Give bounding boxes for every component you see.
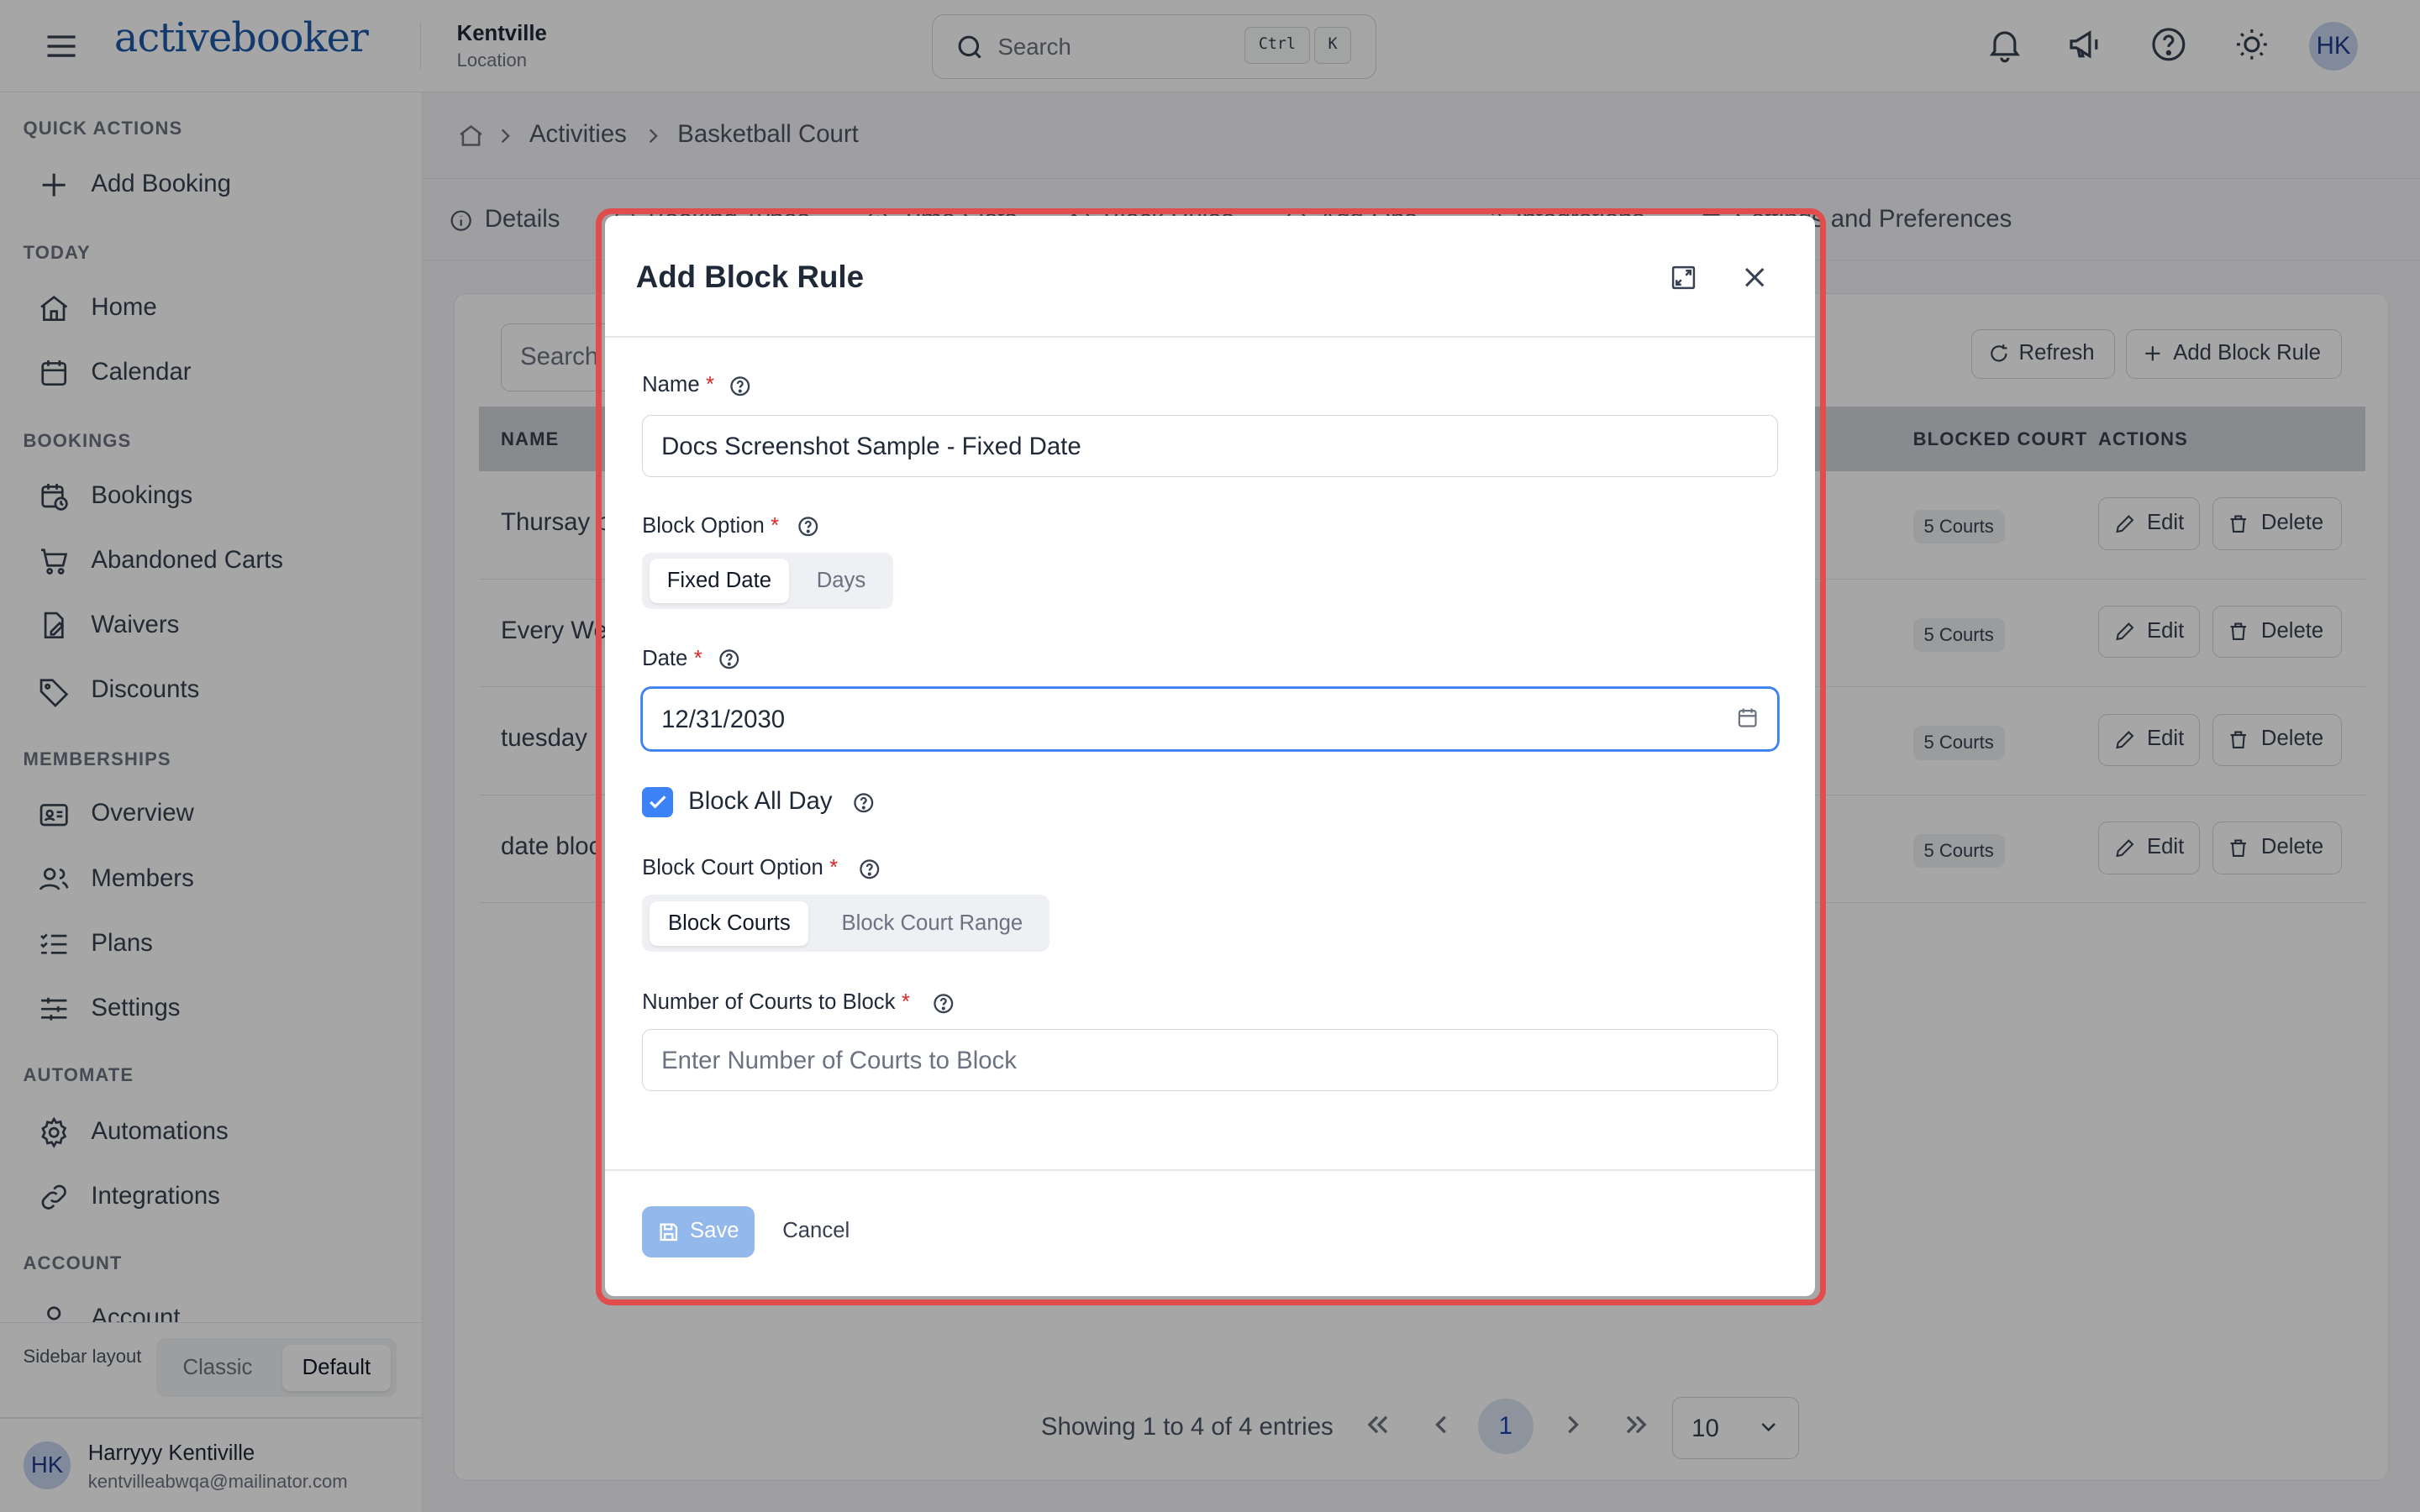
required-mark: * <box>901 990 910 1015</box>
help-icon[interactable] <box>932 992 955 1016</box>
name-input[interactable]: Docs Screenshot Sample - Fixed Date <box>642 415 1778 477</box>
block-option-toggle: Fixed Date Days <box>642 552 894 610</box>
required-mark: * <box>693 646 702 670</box>
save-button[interactable]: Save <box>642 1206 755 1257</box>
help-icon[interactable] <box>797 515 820 538</box>
block-all-day-checkbox[interactable] <box>642 786 673 818</box>
date-label-text: Date <box>642 646 688 670</box>
block-option-label-text: Block Option <box>642 513 765 538</box>
add-block-rule-dialog: Add Block Rule Name * Docs Screenshot Sam… <box>604 216 1815 1296</box>
dialog-title: Add Block Rule <box>635 259 865 294</box>
dialog-divider <box>604 336 1815 339</box>
option-days[interactable]: Days <box>795 559 887 603</box>
calendar-icon[interactable] <box>1735 706 1760 730</box>
help-icon[interactable] <box>729 375 752 398</box>
save-label: Save <box>690 1218 739 1242</box>
checkmark-icon <box>649 795 666 809</box>
required-mark: * <box>829 856 839 880</box>
court-option-label-text: Block Court Option <box>642 856 823 880</box>
block-option-label: Block Option * <box>642 514 779 538</box>
cancel-button[interactable]: Cancel <box>782 1219 850 1243</box>
close-icon[interactable] <box>1738 260 1771 294</box>
name-label-text: Name <box>642 373 700 397</box>
block-all-day-label[interactable]: Block All Day <box>688 787 832 816</box>
required-mark: * <box>771 513 780 538</box>
name-input-value: Docs Screenshot Sample - Fixed Date <box>661 433 1081 461</box>
option-fixed-date[interactable]: Fixed Date <box>650 558 789 604</box>
help-icon[interactable] <box>858 858 881 881</box>
date-field-label: Date * <box>642 647 702 671</box>
num-courts-label-text: Number of Courts to Block <box>642 990 896 1015</box>
num-courts-input[interactable]: Enter Number of Courts to Block <box>642 1029 1778 1091</box>
help-icon[interactable] <box>852 791 876 815</box>
option-block-courts[interactable]: Block Courts <box>650 900 809 946</box>
option-block-court-range[interactable]: Block Court Range <box>821 901 1043 946</box>
court-option-label: Block Court Option * <box>642 856 838 880</box>
num-courts-placeholder: Enter Number of Courts to Block <box>661 1047 1017 1075</box>
floppy-disk-icon <box>657 1221 681 1244</box>
court-option-toggle: Block Courts Block Court Range <box>642 895 1050 953</box>
date-input-value: 12/31/2030 <box>661 706 786 734</box>
dialog-divider <box>604 1169 1815 1172</box>
expand-icon[interactable] <box>1670 264 1697 291</box>
name-field-label: Name * <box>642 373 714 397</box>
required-mark: * <box>705 373 714 397</box>
num-courts-label: Number of Courts to Block * <box>642 990 910 1015</box>
help-icon[interactable] <box>718 648 741 671</box>
app-root: activebooker Kentville Location Search C… <box>0 0 2420 1512</box>
date-input[interactable]: 12/31/2030 <box>642 688 1778 750</box>
